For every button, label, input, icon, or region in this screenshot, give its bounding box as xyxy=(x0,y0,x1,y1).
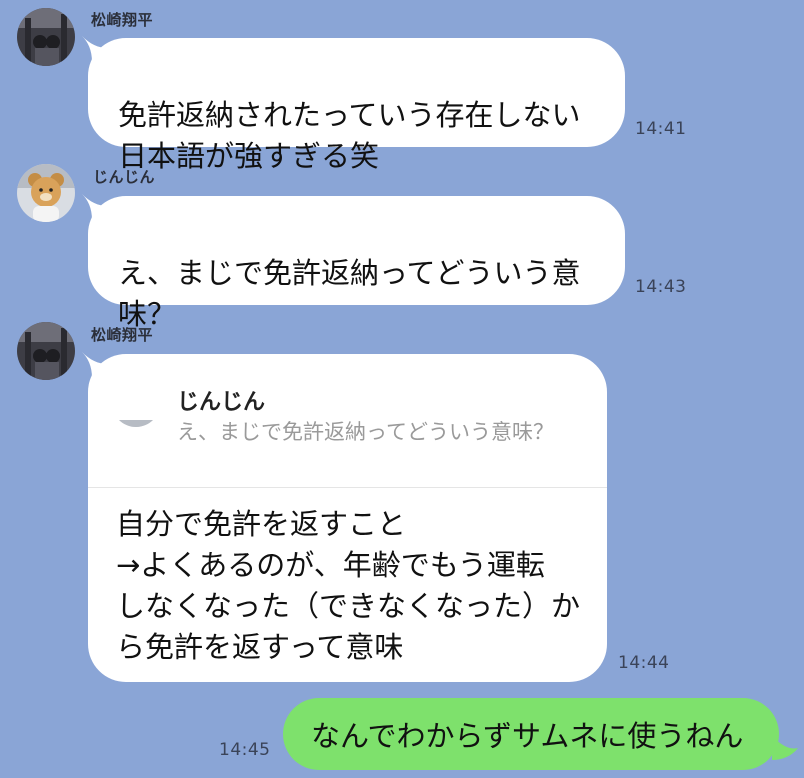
message-time: 14:41 xyxy=(635,119,687,139)
message-time: 14:43 xyxy=(635,277,687,297)
sender-name: じんじん xyxy=(93,168,156,186)
message-time: 14:44 xyxy=(618,653,670,673)
message-text: え、まじで免許返納ってどういう意 味？ xyxy=(118,256,581,331)
message-bubble[interactable]: 免許返納されたっていう存在しない 日本語が強すぎる笑 xyxy=(88,38,625,173)
quoted-text: え、まじで免許返納ってどういう意味？ xyxy=(177,420,554,444)
sender-avatar[interactable] xyxy=(17,164,75,222)
sender-name: 松崎翔平 xyxy=(91,11,154,29)
sender-avatar[interactable] xyxy=(17,322,75,380)
sent-message-bubble[interactable]: なんでわからずサムネに使うねん xyxy=(283,698,779,770)
message-text: 免許返納されたっていう存在しない 日本語が強すぎる笑 xyxy=(118,98,581,173)
message-bubble[interactable]: え、まじで免許返納ってどういう意 味？ xyxy=(88,196,625,331)
bear-avatar-icon xyxy=(17,164,75,222)
quoted-avatar xyxy=(112,379,160,427)
reply-bubble[interactable]: じんじん え、まじで免許返納ってどういう意味？ 自分で免許を返すこと →よくある… xyxy=(88,354,607,682)
sender-avatar[interactable] xyxy=(17,8,75,66)
bear-avatar-icon xyxy=(112,420,160,427)
sender-name: 松崎翔平 xyxy=(91,326,154,344)
message-text: なんでわからずサムネに使うねん xyxy=(311,719,744,753)
message-time: 14:45 xyxy=(219,740,271,760)
quoted-message[interactable]: じんじん え、まじで免許返納ってどういう意味？ xyxy=(88,354,607,488)
message-text: 自分で免許を返すこと →よくあるのが、年齢でもう運転 しなくなった（できなくなっ… xyxy=(116,507,581,664)
bubble-tail xyxy=(772,736,798,760)
photo-avatar-icon xyxy=(17,8,75,66)
photo-avatar-icon xyxy=(17,322,75,380)
